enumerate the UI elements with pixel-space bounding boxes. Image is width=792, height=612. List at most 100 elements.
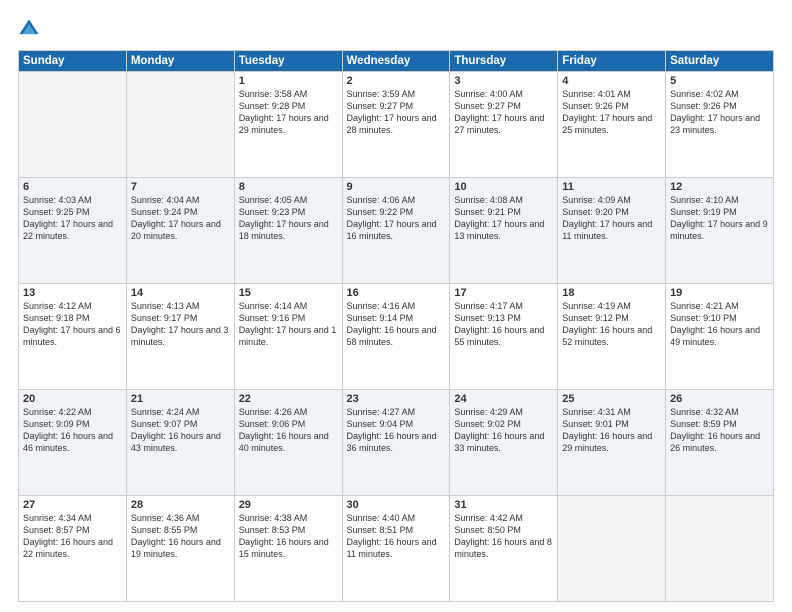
day-detail: Sunrise: 4:10 AMSunset: 9:19 PMDaylight:… — [670, 194, 769, 243]
day-detail: Sunrise: 4:04 AMSunset: 9:24 PMDaylight:… — [131, 194, 230, 243]
day-detail: Sunrise: 4:19 AMSunset: 9:12 PMDaylight:… — [562, 300, 661, 349]
day-number: 7 — [131, 181, 230, 193]
day-number: 14 — [131, 287, 230, 299]
day-cell — [19, 72, 127, 178]
day-detail: Sunrise: 4:38 AMSunset: 8:53 PMDaylight:… — [239, 512, 338, 561]
day-cell: 17Sunrise: 4:17 AMSunset: 9:13 PMDayligh… — [450, 284, 558, 390]
day-cell: 28Sunrise: 4:36 AMSunset: 8:55 PMDayligh… — [126, 496, 234, 602]
day-number: 20 — [23, 393, 122, 405]
day-number: 28 — [131, 499, 230, 511]
day-cell: 14Sunrise: 4:13 AMSunset: 9:17 PMDayligh… — [126, 284, 234, 390]
col-header-tuesday: Tuesday — [234, 51, 342, 72]
day-number: 27 — [23, 499, 122, 511]
day-cell: 10Sunrise: 4:08 AMSunset: 9:21 PMDayligh… — [450, 178, 558, 284]
day-cell: 29Sunrise: 4:38 AMSunset: 8:53 PMDayligh… — [234, 496, 342, 602]
day-number: 19 — [670, 287, 769, 299]
day-number: 18 — [562, 287, 661, 299]
day-detail: Sunrise: 4:26 AMSunset: 9:06 PMDaylight:… — [239, 406, 338, 455]
day-number: 4 — [562, 75, 661, 87]
day-number: 23 — [347, 393, 446, 405]
day-number: 5 — [670, 75, 769, 87]
week-row: 1Sunrise: 3:58 AMSunset: 9:28 PMDaylight… — [19, 72, 774, 178]
day-cell: 11Sunrise: 4:09 AMSunset: 9:20 PMDayligh… — [558, 178, 666, 284]
col-header-friday: Friday — [558, 51, 666, 72]
day-number: 8 — [239, 181, 338, 193]
day-number: 25 — [562, 393, 661, 405]
day-detail: Sunrise: 4:12 AMSunset: 9:18 PMDaylight:… — [23, 300, 122, 349]
day-detail: Sunrise: 4:42 AMSunset: 8:50 PMDaylight:… — [454, 512, 553, 561]
day-cell: 26Sunrise: 4:32 AMSunset: 8:59 PMDayligh… — [666, 390, 774, 496]
day-number: 30 — [347, 499, 446, 511]
week-row: 20Sunrise: 4:22 AMSunset: 9:09 PMDayligh… — [19, 390, 774, 496]
day-number: 6 — [23, 181, 122, 193]
day-cell: 8Sunrise: 4:05 AMSunset: 9:23 PMDaylight… — [234, 178, 342, 284]
day-cell: 31Sunrise: 4:42 AMSunset: 8:50 PMDayligh… — [450, 496, 558, 602]
day-cell: 24Sunrise: 4:29 AMSunset: 9:02 PMDayligh… — [450, 390, 558, 496]
day-number: 12 — [670, 181, 769, 193]
day-number: 21 — [131, 393, 230, 405]
day-cell: 4Sunrise: 4:01 AMSunset: 9:26 PMDaylight… — [558, 72, 666, 178]
day-cell: 18Sunrise: 4:19 AMSunset: 9:12 PMDayligh… — [558, 284, 666, 390]
day-detail: Sunrise: 4:24 AMSunset: 9:07 PMDaylight:… — [131, 406, 230, 455]
col-header-sunday: Sunday — [19, 51, 127, 72]
day-number: 17 — [454, 287, 553, 299]
day-cell: 12Sunrise: 4:10 AMSunset: 9:19 PMDayligh… — [666, 178, 774, 284]
day-detail: Sunrise: 4:27 AMSunset: 9:04 PMDaylight:… — [347, 406, 446, 455]
day-detail: Sunrise: 4:16 AMSunset: 9:14 PMDaylight:… — [347, 300, 446, 349]
day-number: 22 — [239, 393, 338, 405]
day-number: 31 — [454, 499, 553, 511]
day-number: 11 — [562, 181, 661, 193]
week-row: 27Sunrise: 4:34 AMSunset: 8:57 PMDayligh… — [19, 496, 774, 602]
day-cell: 22Sunrise: 4:26 AMSunset: 9:06 PMDayligh… — [234, 390, 342, 496]
day-cell: 25Sunrise: 4:31 AMSunset: 9:01 PMDayligh… — [558, 390, 666, 496]
day-cell: 19Sunrise: 4:21 AMSunset: 9:10 PMDayligh… — [666, 284, 774, 390]
col-header-monday: Monday — [126, 51, 234, 72]
header — [18, 18, 774, 40]
week-row: 6Sunrise: 4:03 AMSunset: 9:25 PMDaylight… — [19, 178, 774, 284]
day-cell: 1Sunrise: 3:58 AMSunset: 9:28 PMDaylight… — [234, 72, 342, 178]
day-detail: Sunrise: 4:08 AMSunset: 9:21 PMDaylight:… — [454, 194, 553, 243]
calendar: SundayMondayTuesdayWednesdayThursdayFrid… — [18, 50, 774, 602]
day-cell: 2Sunrise: 3:59 AMSunset: 9:27 PMDaylight… — [342, 72, 450, 178]
day-number: 9 — [347, 181, 446, 193]
day-cell: 21Sunrise: 4:24 AMSunset: 9:07 PMDayligh… — [126, 390, 234, 496]
day-number: 15 — [239, 287, 338, 299]
day-detail: Sunrise: 4:31 AMSunset: 9:01 PMDaylight:… — [562, 406, 661, 455]
day-cell: 7Sunrise: 4:04 AMSunset: 9:24 PMDaylight… — [126, 178, 234, 284]
day-cell: 5Sunrise: 4:02 AMSunset: 9:26 PMDaylight… — [666, 72, 774, 178]
day-cell: 23Sunrise: 4:27 AMSunset: 9:04 PMDayligh… — [342, 390, 450, 496]
day-number: 10 — [454, 181, 553, 193]
day-cell — [558, 496, 666, 602]
logo-icon — [18, 18, 40, 40]
day-cell: 30Sunrise: 4:40 AMSunset: 8:51 PMDayligh… — [342, 496, 450, 602]
day-cell: 6Sunrise: 4:03 AMSunset: 9:25 PMDaylight… — [19, 178, 127, 284]
day-detail: Sunrise: 4:03 AMSunset: 9:25 PMDaylight:… — [23, 194, 122, 243]
day-detail: Sunrise: 4:34 AMSunset: 8:57 PMDaylight:… — [23, 512, 122, 561]
day-number: 24 — [454, 393, 553, 405]
day-detail: Sunrise: 4:22 AMSunset: 9:09 PMDaylight:… — [23, 406, 122, 455]
day-cell: 3Sunrise: 4:00 AMSunset: 9:27 PMDaylight… — [450, 72, 558, 178]
day-cell: 16Sunrise: 4:16 AMSunset: 9:14 PMDayligh… — [342, 284, 450, 390]
day-detail: Sunrise: 4:02 AMSunset: 9:26 PMDaylight:… — [670, 88, 769, 137]
day-number: 1 — [239, 75, 338, 87]
day-cell: 13Sunrise: 4:12 AMSunset: 9:18 PMDayligh… — [19, 284, 127, 390]
col-header-thursday: Thursday — [450, 51, 558, 72]
day-number: 3 — [454, 75, 553, 87]
day-cell — [666, 496, 774, 602]
day-detail: Sunrise: 4:13 AMSunset: 9:17 PMDaylight:… — [131, 300, 230, 349]
day-detail: Sunrise: 4:06 AMSunset: 9:22 PMDaylight:… — [347, 194, 446, 243]
day-detail: Sunrise: 4:36 AMSunset: 8:55 PMDaylight:… — [131, 512, 230, 561]
col-header-wednesday: Wednesday — [342, 51, 450, 72]
week-row: 13Sunrise: 4:12 AMSunset: 9:18 PMDayligh… — [19, 284, 774, 390]
page: SundayMondayTuesdayWednesdayThursdayFrid… — [0, 0, 792, 612]
day-detail: Sunrise: 4:14 AMSunset: 9:16 PMDaylight:… — [239, 300, 338, 349]
day-cell: 20Sunrise: 4:22 AMSunset: 9:09 PMDayligh… — [19, 390, 127, 496]
day-number: 29 — [239, 499, 338, 511]
day-cell: 9Sunrise: 4:06 AMSunset: 9:22 PMDaylight… — [342, 178, 450, 284]
day-detail: Sunrise: 4:09 AMSunset: 9:20 PMDaylight:… — [562, 194, 661, 243]
day-cell — [126, 72, 234, 178]
day-detail: Sunrise: 3:58 AMSunset: 9:28 PMDaylight:… — [239, 88, 338, 137]
day-cell: 27Sunrise: 4:34 AMSunset: 8:57 PMDayligh… — [19, 496, 127, 602]
day-detail: Sunrise: 4:17 AMSunset: 9:13 PMDaylight:… — [454, 300, 553, 349]
header-row: SundayMondayTuesdayWednesdayThursdayFrid… — [19, 51, 774, 72]
